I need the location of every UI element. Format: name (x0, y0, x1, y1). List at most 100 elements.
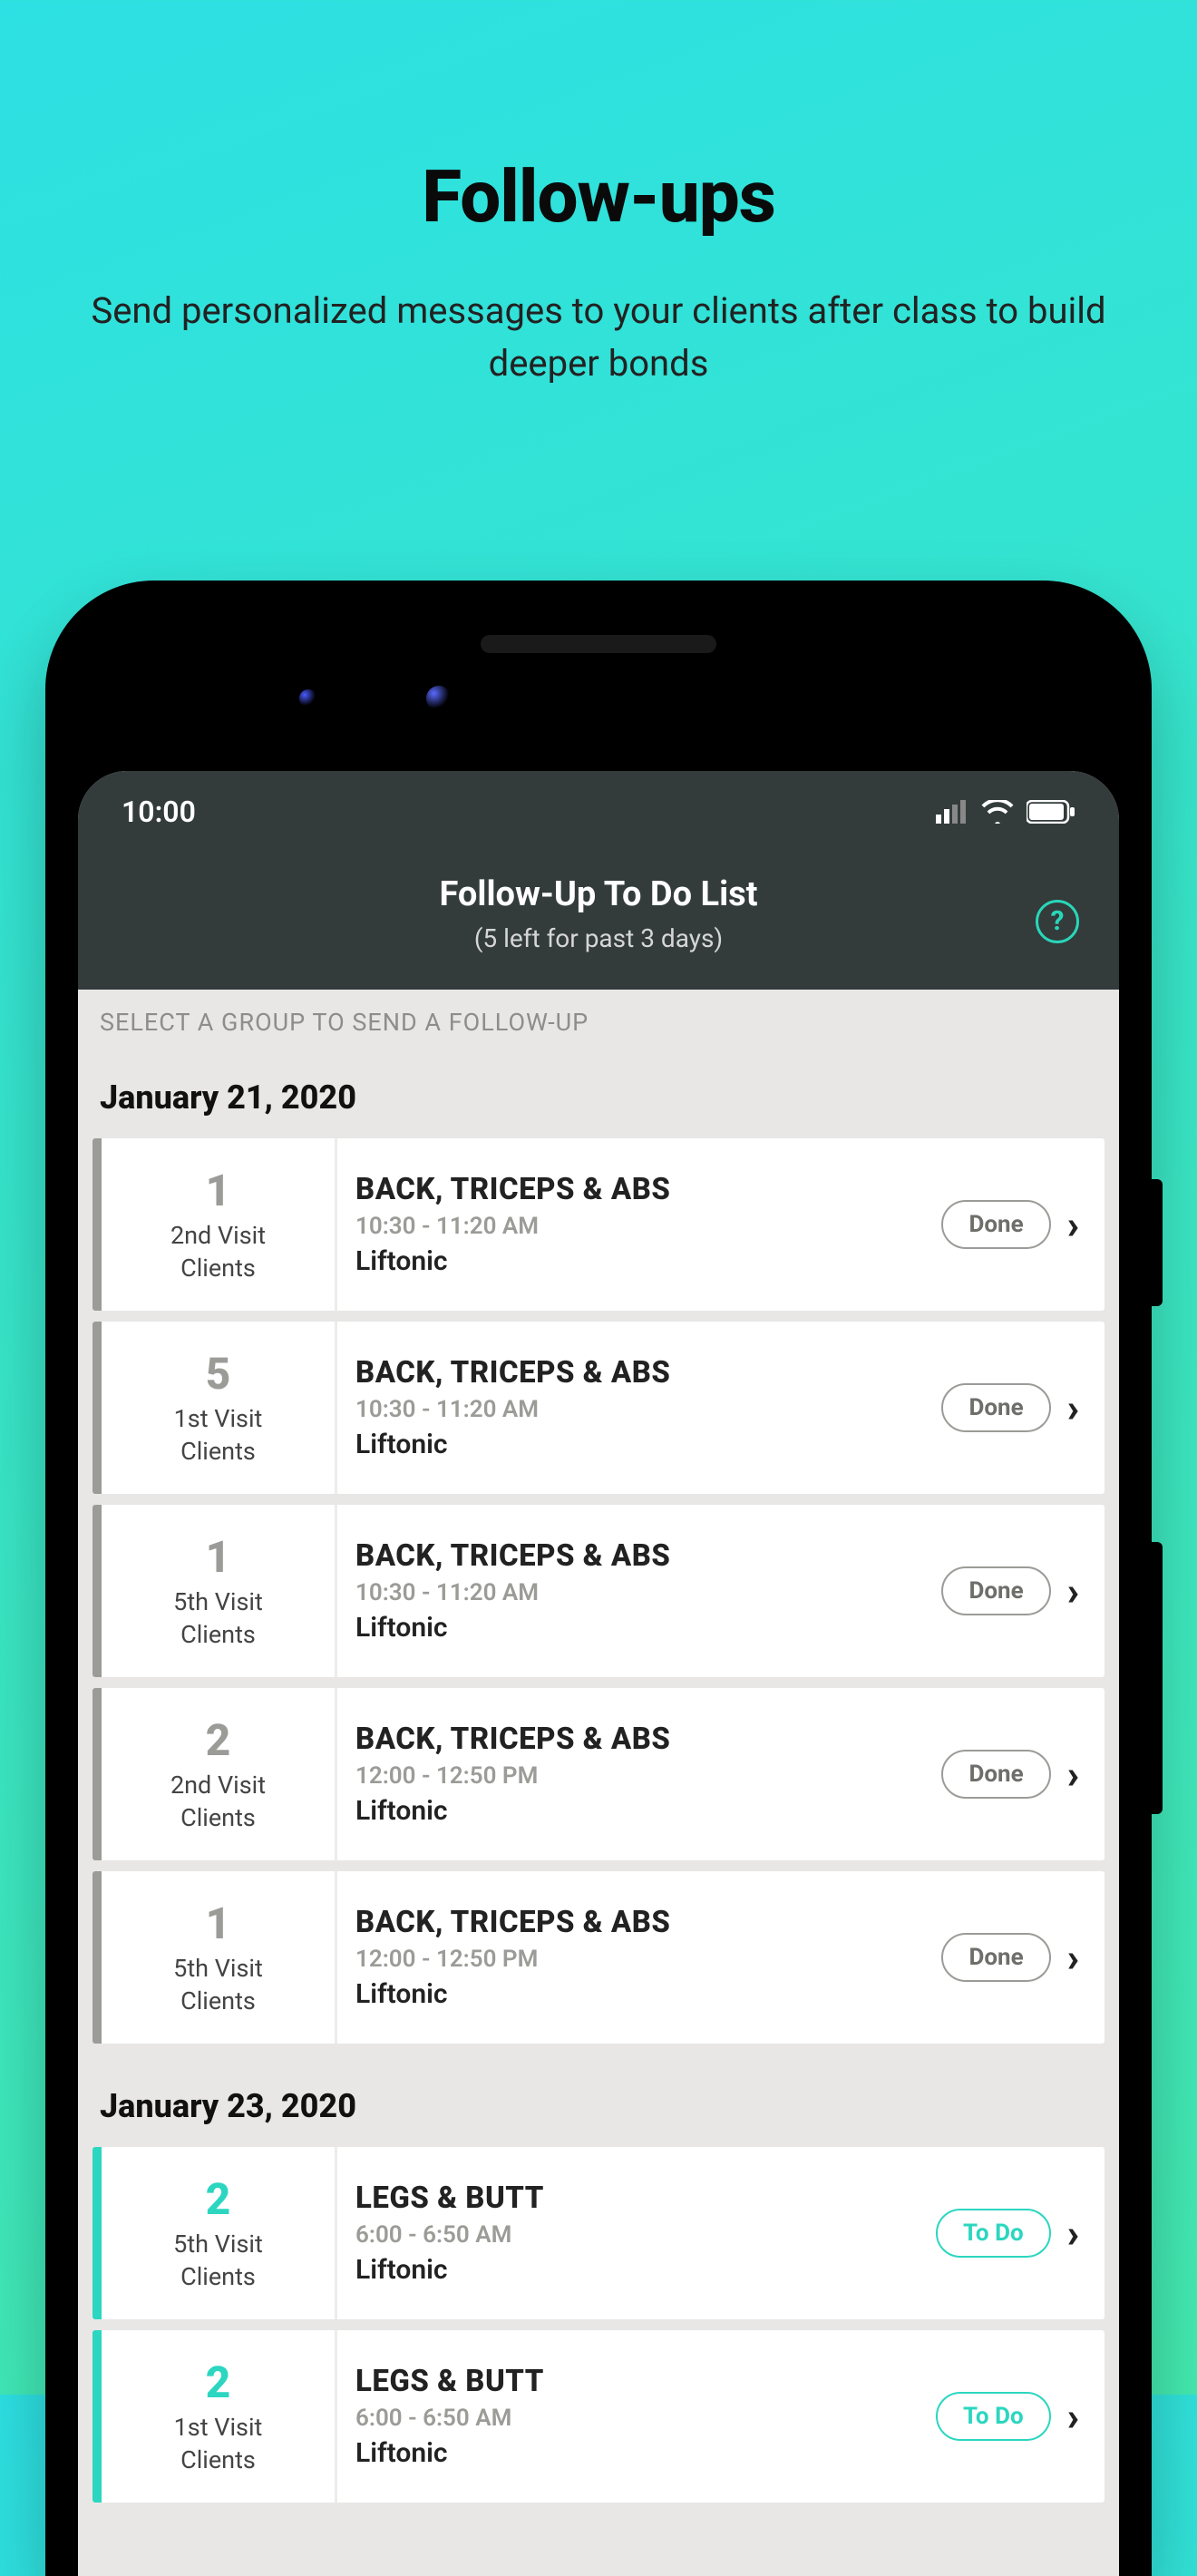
class-name: BACK, TRICEPS & ABS (355, 1722, 923, 1757)
class-time: 10:30 - 11:20 AM (355, 1579, 923, 1606)
visit-label: 1st VisitClients (174, 2412, 263, 2475)
chevron-right-icon[interactable]: › (1067, 1751, 1079, 1798)
class-info: BACK, TRICEPS & ABS 12:00 - 12:50 PM Lifto… (337, 1871, 941, 2044)
class-location: Liftonic (355, 1978, 923, 2010)
visit-label: 2nd VisitClients (170, 1220, 266, 1283)
followup-card[interactable]: 15th VisitClients BACK, TRICEPS & ABS 10:3… (92, 1505, 1105, 1677)
battery-icon (1027, 800, 1075, 824)
cellular-icon (936, 800, 968, 824)
card-actions: To Do › (936, 2330, 1105, 2503)
followup-card[interactable]: 21st VisitClientsLEGS & BUTT6:00 - 6:50 … (92, 2330, 1105, 2503)
class-location: Liftonic (355, 1612, 923, 1644)
card-actions: Done › (941, 1138, 1105, 1311)
status-time: 10:00 (122, 795, 196, 829)
class-name: BACK, TRICEPS & ABS (355, 1538, 923, 1574)
followup-card[interactable]: 12nd VisitClients BACK, TRICEPS & ABS 10:3… (92, 1138, 1105, 1311)
class-location: Liftonic (355, 1795, 923, 1827)
followup-card[interactable]: 51st VisitClients BACK, TRICEPS & ABS 10:3… (92, 1322, 1105, 1494)
client-count: 2 (206, 2356, 231, 2408)
phone-screen: 10:00 (78, 771, 1119, 2576)
status-pill[interactable]: Done (941, 1750, 1050, 1799)
chevron-right-icon[interactable]: › (1067, 2393, 1079, 2440)
class-name: BACK, TRICEPS & ABS (355, 1172, 923, 1207)
phone-camera-icon (426, 686, 452, 711)
followup-card[interactable]: 15th VisitClients BACK, TRICEPS & ABS 12:0… (92, 1871, 1105, 2044)
client-count-column: 21st VisitClients (102, 2330, 337, 2503)
class-location: Liftonic (355, 1429, 923, 1460)
class-info: BACK, TRICEPS & ABS 10:30 - 11:20 AM Lifto… (337, 1138, 941, 1311)
card-accent (92, 2330, 102, 2503)
status-bar: 10:00 (78, 771, 1119, 853)
client-count-column: 22nd VisitClients (102, 1688, 337, 1860)
header-subtitle: (5 left for past 3 days) (100, 923, 1097, 953)
phone-volume-button (1152, 1542, 1163, 1814)
chevron-right-icon[interactable]: › (1067, 2210, 1079, 2257)
client-count-column: 51st VisitClients (102, 1322, 337, 1494)
class-location: Liftonic (355, 2437, 918, 2469)
visit-label: 5th VisitClients (173, 1953, 263, 2016)
chevron-right-icon[interactable]: › (1067, 1934, 1079, 1981)
visit-label: 2nd VisitClients (170, 1770, 266, 1833)
card-accent (92, 1688, 102, 1860)
client-count: 2 (206, 2173, 231, 2225)
page-subtitle: Send personalized messages to your clien… (0, 285, 1197, 390)
card-actions: To Do › (936, 2147, 1105, 2319)
class-time: 12:00 - 12:50 PM (355, 1762, 923, 1790)
class-name: BACK, TRICEPS & ABS (355, 1355, 923, 1390)
card-actions: Done › (941, 1871, 1105, 2044)
followup-card[interactable]: 25th VisitClients LEGS & BUTT 6:00 - 6:50 … (92, 2147, 1105, 2319)
status-pill[interactable]: To Do (936, 2392, 1051, 2441)
header-title: Follow-Up To Do List (100, 874, 1097, 914)
card-accent (92, 1505, 102, 1677)
card-actions: Done › (941, 1688, 1105, 1860)
class-location: Liftonic (355, 1245, 923, 1277)
class-info: LEGS & BUTT 6:00 - 6:50 AM Liftonic (337, 2147, 936, 2319)
help-button[interactable]: ? (1036, 900, 1079, 943)
class-location: Liftonic (355, 2254, 918, 2286)
class-name: BACK, TRICEPS & ABS (355, 1905, 923, 1940)
client-count-column: 15th VisitClients (102, 1871, 337, 2044)
question-mark-icon: ? (1051, 905, 1065, 937)
status-pill[interactable]: Done (941, 1200, 1050, 1249)
class-info: BACK, TRICEPS & ABS 10:30 - 11:20 AM Lifto… (337, 1322, 941, 1494)
client-count-column: 25th VisitClients (102, 2147, 337, 2319)
page-title: Follow-ups (0, 0, 1197, 239)
card-actions: Done › (941, 1505, 1105, 1677)
client-count: 5 (206, 1348, 231, 1400)
status-pill[interactable]: Done (941, 1933, 1050, 1982)
class-time: 6:00 - 6:50 AM (355, 2405, 918, 2432)
followup-card[interactable]: 22nd VisitClients BACK, TRICEPS & ABS 12:0… (92, 1688, 1105, 1860)
chevron-right-icon[interactable]: › (1067, 1201, 1079, 1248)
class-info: LEGS & BUTT6:00 - 6:50 AMLiftonic (337, 2330, 936, 2503)
class-time: 12:00 - 12:50 PM (355, 1946, 923, 1973)
client-count-column: 12nd VisitClients (102, 1138, 337, 1311)
card-accent (92, 1138, 102, 1311)
client-count: 1 (206, 1531, 231, 1583)
status-pill[interactable]: Done (941, 1566, 1050, 1615)
client-count: 2 (206, 1714, 231, 1766)
class-info: BACK, TRICEPS & ABS 10:30 - 11:20 AM Lifto… (337, 1505, 941, 1677)
status-pill[interactable]: Done (941, 1383, 1050, 1432)
date-header: January 21, 2020 (78, 1046, 1119, 1138)
client-count: 1 (206, 1165, 231, 1216)
chevron-right-icon[interactable]: › (1067, 1384, 1079, 1431)
class-name: LEGS & BUTT (355, 2181, 918, 2216)
section-hint: SELECT A GROUP TO SEND A FOLLOW-UP (78, 990, 1119, 1046)
visit-label: 5th VisitClients (173, 1586, 263, 1650)
card-accent (92, 1322, 102, 1494)
status-pill[interactable]: To Do (936, 2209, 1051, 2258)
client-count-column: 15th VisitClients (102, 1505, 337, 1677)
class-time: 10:30 - 11:20 AM (355, 1213, 923, 1240)
app-header: Follow-Up To Do List (5 left for past 3 … (78, 853, 1119, 990)
phone-power-button (1152, 1179, 1163, 1306)
visit-label: 5th VisitClients (173, 2229, 263, 2292)
visit-label: 1st VisitClients (174, 1403, 263, 1467)
class-time: 6:00 - 6:50 AM (355, 2221, 918, 2249)
card-accent (92, 1871, 102, 2044)
card-actions: Done › (941, 1322, 1105, 1494)
card-accent (92, 2147, 102, 2319)
phone-speaker (481, 635, 716, 653)
chevron-right-icon[interactable]: › (1067, 1567, 1079, 1615)
client-count: 1 (206, 1898, 231, 1949)
class-time: 10:30 - 11:20 AM (355, 1396, 923, 1423)
